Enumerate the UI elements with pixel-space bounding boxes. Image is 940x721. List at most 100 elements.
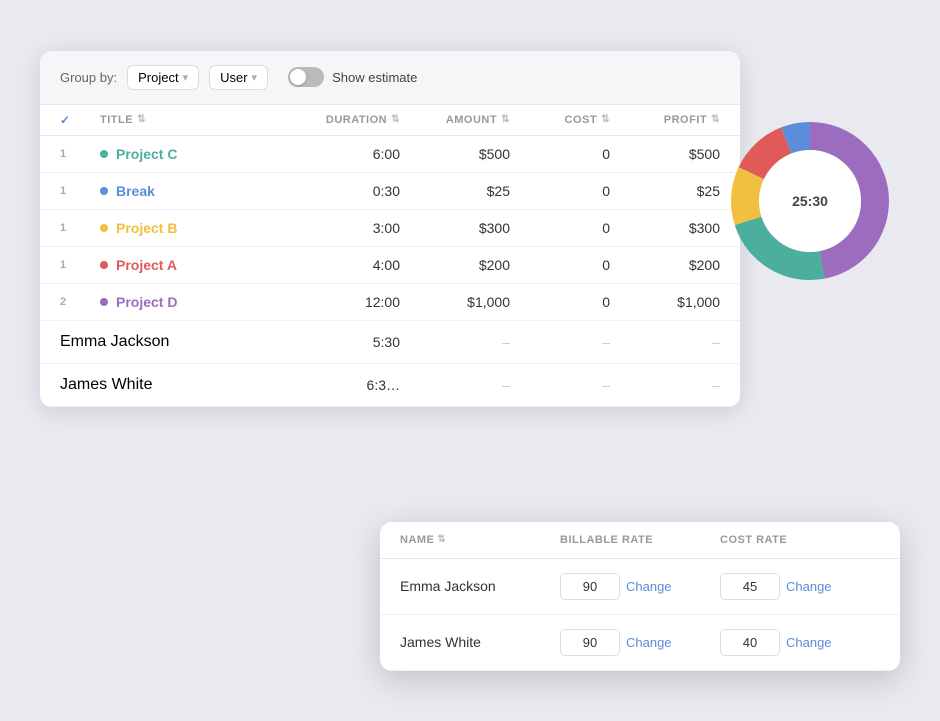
billable-rate-change-button[interactable]: Change (626, 635, 672, 650)
th-duration[interactable]: DURATION ⇅ (290, 113, 400, 127)
billable-rate-change-button[interactable]: Change (626, 579, 672, 594)
rate-person-name: Emma Jackson (400, 578, 560, 594)
rate-card: NAME ⇅ BILLABLE RATE COST RATE Emma Jack… (380, 522, 900, 671)
row-title: Project C (100, 146, 290, 162)
person-cost: – (510, 377, 610, 393)
person-amount: – (400, 377, 510, 393)
sort-icon: ⇅ (391, 114, 400, 125)
toolbar: Group by: Project ▾ User ▾ Show estimate (40, 51, 740, 105)
th-profit[interactable]: PROFIT ⇅ (610, 113, 720, 127)
row-num: 1 (60, 222, 100, 234)
person-cost: – (510, 334, 610, 350)
row-profit: $500 (610, 146, 720, 162)
row-title: Project B (100, 220, 290, 236)
sort-icon: ⇅ (601, 114, 610, 125)
row-duration: 12:00 (290, 294, 400, 310)
project-dot (100, 150, 108, 158)
row-num: 1 (60, 148, 100, 160)
sort-icon: ⇅ (137, 114, 146, 125)
row-profit: $200 (610, 257, 720, 273)
rate-row: James White Change Change (380, 615, 900, 671)
project-name[interactable]: Project D (116, 294, 177, 310)
th-title[interactable]: TITLE ⇅ (100, 113, 290, 127)
rate-row: Emma Jackson Change Change (380, 559, 900, 615)
cost-rate-input[interactable] (720, 629, 780, 656)
person-amount: – (400, 334, 510, 350)
row-amount: $200 (400, 257, 510, 273)
row-profit: $1,000 (610, 294, 720, 310)
person-row: Emma Jackson 5:30 – – – (40, 321, 740, 364)
row-cost: 0 (510, 294, 610, 310)
show-estimate-toggle[interactable]: Show estimate (288, 67, 417, 87)
cost-rate-change-button[interactable]: Change (786, 635, 832, 650)
row-num: 1 (60, 259, 100, 271)
row-num: 2 (60, 296, 100, 308)
th-check: ✓ (60, 113, 100, 127)
billable-rate-input[interactable] (560, 629, 620, 656)
row-amount: $25 (400, 183, 510, 199)
row-duration: 6:00 (290, 146, 400, 162)
row-profit: $300 (610, 220, 720, 236)
donut-chart: 25:30 (720, 111, 900, 291)
group-project-select[interactable]: Project ▾ (127, 65, 199, 90)
cost-rate-change-button[interactable]: Change (786, 579, 832, 594)
chart-center-label: 25:30 (792, 193, 828, 209)
th-amount[interactable]: AMOUNT ⇅ (400, 113, 510, 127)
row-profit: $25 (610, 183, 720, 199)
row-amount: $1,000 (400, 294, 510, 310)
rate-th-name[interactable]: NAME ⇅ (400, 534, 560, 546)
cost-rate-cell: Change (720, 573, 880, 600)
project-dot (100, 187, 108, 195)
rate-person-name: James White (400, 634, 560, 650)
rate-th-billable: BILLABLE RATE (560, 534, 720, 546)
person-duration: 6:3… (290, 377, 400, 393)
table-row: 1 Project B 3:00 $300 0 $300 (40, 210, 740, 247)
project-name[interactable]: Project B (116, 220, 177, 236)
row-title: Project D (100, 294, 290, 310)
table-header: ✓ TITLE ⇅ DURATION ⇅ AMOUNT ⇅ COST ⇅ PRO… (40, 105, 740, 136)
group-user-select[interactable]: User ▾ (209, 65, 268, 90)
rate-th-cost: COST RATE (720, 534, 880, 546)
project-dot (100, 298, 108, 306)
chevron-down-icon: ▾ (183, 71, 189, 84)
row-duration: 0:30 (290, 183, 400, 199)
row-duration: 4:00 (290, 257, 400, 273)
person-name: Emma Jackson (60, 333, 290, 351)
row-cost: 0 (510, 220, 610, 236)
row-duration: 3:00 (290, 220, 400, 236)
th-cost[interactable]: COST ⇅ (510, 113, 610, 127)
project-name[interactable]: Project A (116, 257, 177, 273)
billable-rate-cell: Change (560, 629, 720, 656)
project-name[interactable]: Project C (116, 146, 177, 162)
row-num: 1 (60, 185, 100, 197)
group-project-value: Project (138, 70, 178, 85)
row-title: Project A (100, 257, 290, 273)
project-dot (100, 224, 108, 232)
cost-rate-input[interactable] (720, 573, 780, 600)
row-cost: 0 (510, 257, 610, 273)
person-profit: – (610, 334, 720, 350)
sort-icon: ⇅ (437, 534, 446, 545)
table-row: 1 Break 0:30 $25 0 $25 (40, 173, 740, 210)
main-card: Group by: Project ▾ User ▾ Show estimate… (40, 51, 740, 407)
billable-rate-cell: Change (560, 573, 720, 600)
person-duration: 5:30 (290, 334, 400, 350)
person-name: James White (60, 376, 290, 394)
row-cost: 0 (510, 146, 610, 162)
sort-icon: ⇅ (501, 114, 510, 125)
check-icon: ✓ (60, 113, 71, 127)
toggle-track (288, 67, 324, 87)
person-row: James White 6:3… – – – (40, 364, 740, 407)
toggle-knob (290, 69, 306, 85)
row-amount: $500 (400, 146, 510, 162)
row-amount: $300 (400, 220, 510, 236)
billable-rate-input[interactable] (560, 573, 620, 600)
table-row: 1 Project C 6:00 $500 0 $500 (40, 136, 740, 173)
row-title: Break (100, 183, 290, 199)
project-dot (100, 261, 108, 269)
project-name[interactable]: Break (116, 183, 155, 199)
group-user-value: User (220, 70, 247, 85)
sort-icon: ⇅ (711, 114, 720, 125)
table-row: 2 Project D 12:00 $1,000 0 $1,000 (40, 284, 740, 321)
table-row: 1 Project A 4:00 $200 0 $200 (40, 247, 740, 284)
